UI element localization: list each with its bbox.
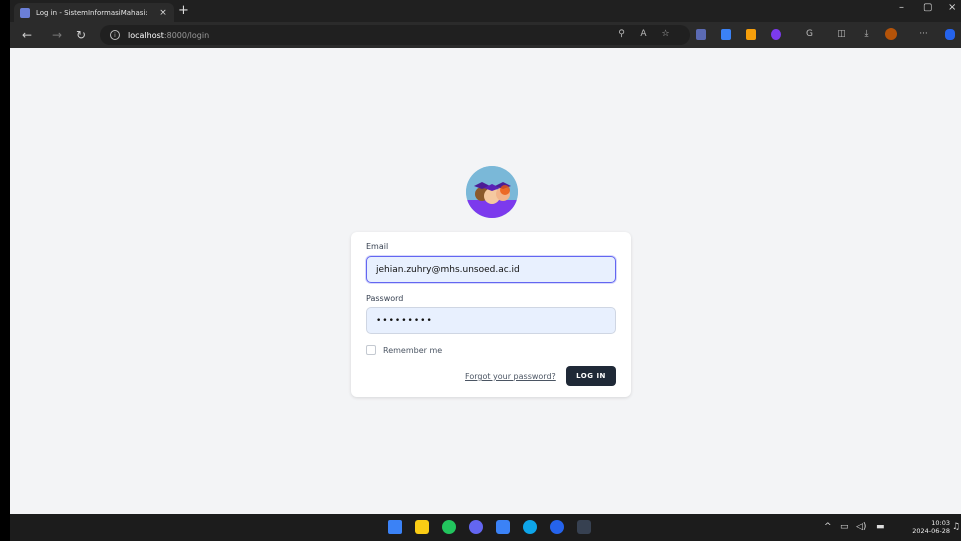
remember-label: Remember me — [383, 345, 443, 355]
email-field[interactable]: jehian.zuhry@mhs.unsoed.ac.id — [366, 256, 616, 283]
extension-icon[interactable] — [771, 29, 781, 40]
favorite-star-icon[interactable]: ☆ — [660, 29, 671, 40]
tab-close-icon[interactable]: × — [158, 8, 168, 18]
forgot-password-link[interactable]: Forgot your password? — [465, 372, 556, 381]
url-host: localhost — [128, 30, 164, 40]
login-button[interactable]: LOG IN — [566, 366, 616, 386]
app-logo — [466, 166, 518, 218]
extension-icon[interactable] — [696, 29, 706, 40]
edge-icon[interactable] — [523, 520, 537, 534]
new-tab-button[interactable]: + — [178, 3, 189, 19]
read-aloud-icon[interactable]: A — [638, 29, 649, 40]
password-label: Password — [366, 294, 404, 303]
file-explorer-icon[interactable] — [415, 520, 429, 534]
back-icon[interactable]: ← — [22, 27, 32, 43]
clock-time: 10:03 — [931, 519, 950, 527]
forward-icon[interactable]: → — [52, 27, 62, 43]
taskbar: ^ ▭ ◁) ▬ 10:03 2024-06-28 ♫ — [10, 514, 961, 541]
remember-me[interactable]: Remember me — [366, 345, 442, 355]
favicon-icon — [20, 7, 30, 18]
close-window-button[interactable]: × — [948, 2, 956, 13]
notepad-icon[interactable] — [496, 520, 510, 534]
discord-icon[interactable] — [469, 520, 483, 534]
spotify-icon[interactable] — [442, 520, 456, 534]
screen: Log in - SistemInformasiMahasi: × + – ▢ … — [10, 0, 961, 541]
downloads-icon[interactable]: ⤓ — [861, 29, 872, 40]
refresh-icon[interactable]: ↻ — [76, 27, 86, 43]
browser-tab[interactable]: Log in - SistemInformasiMahasi: × — [14, 3, 174, 22]
login-card: Email jehian.zuhry@mhs.unsoed.ac.id Pass… — [351, 232, 631, 397]
volume-icon[interactable]: ◁) — [856, 522, 866, 532]
minimize-button[interactable]: – — [899, 2, 904, 13]
clock-date: 2024-06-28 — [912, 527, 950, 535]
url-path: :8000/login — [163, 30, 210, 40]
app-icon[interactable] — [550, 520, 564, 534]
address-bar[interactable]: i localhost:8000/login — [100, 25, 690, 45]
extension-icon[interactable] — [721, 29, 731, 40]
password-field[interactable]: ••••••••• — [366, 307, 616, 334]
extension-icon[interactable] — [746, 29, 756, 40]
password-key-icon[interactable]: ⚲ — [616, 29, 627, 40]
refresh-extension-icon[interactable]: G — [804, 29, 815, 40]
notification-bell-icon[interactable]: ♫ — [952, 522, 960, 532]
email-label: Email — [366, 242, 389, 251]
system-clock[interactable]: 10:03 2024-06-28 — [902, 519, 950, 535]
maximize-button[interactable]: ▢ — [923, 2, 932, 13]
copilot-icon[interactable] — [945, 29, 955, 40]
split-screen-icon[interactable]: ◫ — [836, 29, 847, 40]
terminal-icon[interactable] — [577, 520, 591, 534]
more-menu-icon[interactable]: ··· — [918, 29, 929, 40]
battery-icon[interactable]: ▬ — [876, 522, 885, 532]
remember-checkbox[interactable] — [366, 345, 376, 355]
start-windows-icon[interactable] — [388, 520, 402, 534]
tab-title: Log in - SistemInformasiMahasi: — [36, 8, 148, 17]
network-icon[interactable]: ▭ — [840, 522, 849, 532]
browser-toolbar: ← → ↻ i localhost:8000/login ⚲ A ☆ G ◫ ⤓… — [10, 22, 961, 48]
site-info-icon[interactable]: i — [110, 30, 120, 40]
page-content: Email jehian.zuhry@mhs.unsoed.ac.id Pass… — [10, 48, 961, 514]
profile-avatar[interactable] — [885, 28, 897, 40]
browser-tab-bar: Log in - SistemInformasiMahasi: × + – ▢ … — [10, 0, 961, 22]
tray-chevron-icon[interactable]: ^ — [824, 522, 832, 532]
